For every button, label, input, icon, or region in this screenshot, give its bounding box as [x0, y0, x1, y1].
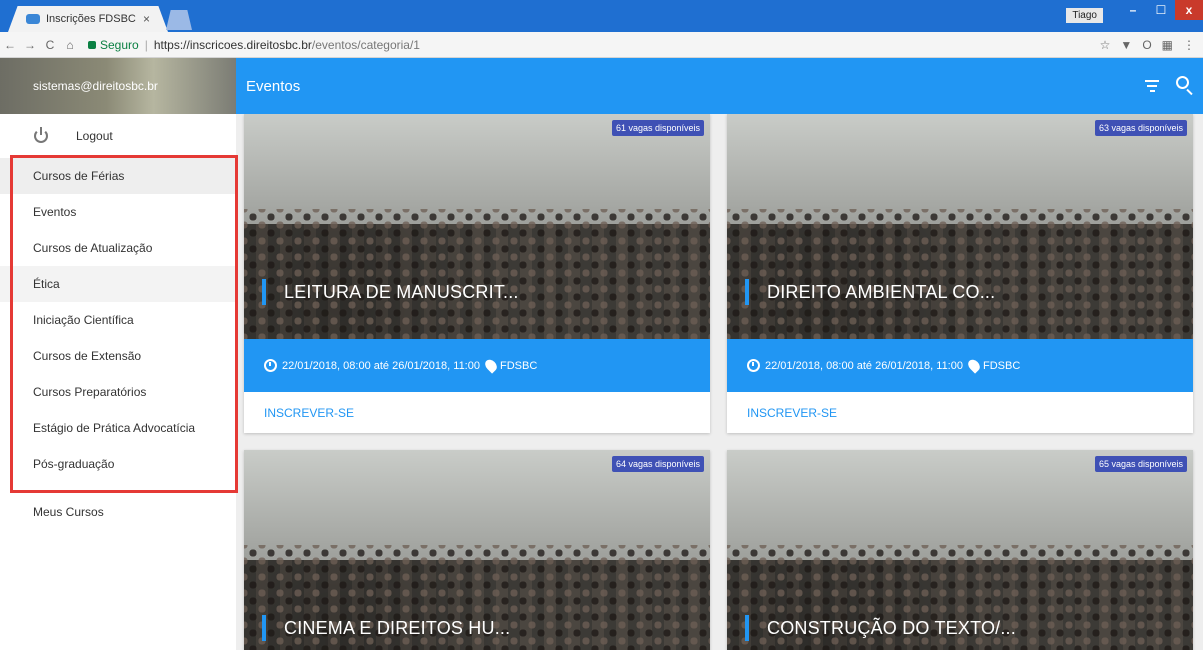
menu-dots-icon[interactable]: ⋮: [1183, 38, 1195, 52]
maximize-button[interactable]: ☐: [1147, 0, 1175, 20]
page-title: Eventos: [246, 77, 301, 95]
app-toolbar: Eventos: [236, 58, 1203, 114]
title-accent-bar: [745, 615, 749, 641]
bookmark-star-icon[interactable]: ☆: [1100, 38, 1111, 52]
event-card: 61 vagas disponíveis LEITURA DE MANUSCRI…: [244, 114, 710, 433]
highlight-annotation-box: [10, 155, 238, 493]
event-card: 64 vagas disponíveis CINEMA E DIREITOS H…: [244, 450, 710, 650]
logout-button[interactable]: Logout: [0, 114, 236, 158]
window-controls: – ☐ x: [1119, 0, 1203, 20]
clock-icon: [264, 359, 277, 372]
search-icon[interactable]: [1176, 76, 1189, 89]
events-grid: 61 vagas disponíveis LEITURA DE MANUSCRI…: [236, 114, 1203, 650]
event-title: CINEMA E DIREITOS HU...: [262, 615, 510, 641]
url-host: https://inscricoes.direitosbc.br: [153, 37, 312, 52]
event-title-text: LEITURA DE MANUSCRIT...: [284, 281, 519, 302]
minimize-button[interactable]: –: [1119, 0, 1147, 20]
site-favicon-icon: [26, 14, 40, 24]
event-image: 61 vagas disponíveis LEITURA DE MANUSCRI…: [244, 114, 710, 339]
event-card: 65 vagas disponíveis CONSTRUÇÃO DO TEXTO…: [727, 450, 1193, 650]
event-location: FDSBC: [499, 359, 538, 372]
browser-profile-name[interactable]: Tiago: [1066, 8, 1103, 23]
event-title-text: DIREITO AMBIENTAL CO...: [767, 281, 996, 302]
home-icon[interactable]: ⌂: [60, 38, 80, 52]
title-accent-bar: [745, 279, 749, 305]
event-title-text: CONSTRUÇÃO DO TEXTO/...: [767, 617, 1016, 638]
close-window-button[interactable]: x: [1175, 0, 1203, 20]
url-path: /eventos/categoria/1: [311, 37, 420, 52]
sidebar-item-meus-cursos[interactable]: Meus Cursos: [0, 494, 236, 530]
tab-title: Inscrições FDSBC: [46, 13, 136, 25]
title-accent-bar: [262, 279, 266, 305]
new-tab-button[interactable]: [166, 10, 192, 30]
lock-icon: [88, 40, 96, 49]
event-title-text: CINEMA E DIREITOS HU...: [284, 617, 511, 638]
event-title: DIREITO AMBIENTAL CO...: [745, 279, 995, 305]
user-email: sistemas@direitosbc.br: [33, 79, 158, 93]
event-date: 22/01/2018, 08:00 até 26/01/2018, 11:00: [765, 359, 963, 372]
event-image: 65 vagas disponíveis CONSTRUÇÃO DO TEXTO…: [727, 450, 1193, 650]
title-accent-bar: [262, 615, 266, 641]
event-image: 63 vagas disponíveis DIREITO AMBIENTAL C…: [727, 114, 1193, 339]
inscrever-se-button[interactable]: INSCREVER-SE: [747, 406, 837, 420]
event-card: 63 vagas disponíveis DIREITO AMBIENTAL C…: [727, 114, 1193, 433]
logout-label: Logout: [76, 129, 113, 143]
pocket-icon[interactable]: ▼: [1120, 38, 1132, 52]
browser-address-bar: ← → C ⌂ Seguro | https://inscricoes.dire…: [0, 32, 1203, 58]
event-actions: INSCREVER-SE: [727, 392, 1193, 433]
tab-close-icon[interactable]: ×: [143, 12, 150, 26]
vacancies-badge: 64 vagas disponíveis: [611, 456, 704, 472]
event-details: 22/01/2018, 08:00 até 26/01/2018, 11:00 …: [244, 339, 710, 392]
back-arrow-icon[interactable]: ←: [0, 38, 20, 52]
browser-tab[interactable]: Inscrições FDSBC ×: [8, 6, 168, 32]
event-details: 22/01/2018, 08:00 até 26/01/2018, 11:00 …: [727, 339, 1193, 392]
clock-icon: [747, 359, 760, 372]
power-icon: [34, 127, 48, 143]
event-title: LEITURA DE MANUSCRIT...: [262, 279, 519, 305]
event-actions: INSCREVER-SE: [244, 392, 710, 433]
filter-icon[interactable]: [1145, 80, 1159, 92]
vacancies-badge: 63 vagas disponíveis: [1094, 120, 1187, 136]
event-date: 22/01/2018, 08:00 até 26/01/2018, 11:00: [282, 359, 480, 372]
extensions-area: ☆ ▼ O ▦ ⋮: [1100, 38, 1203, 52]
sidebar: sistemas@direitosbc.br Logout Cursos de …: [0, 58, 238, 650]
secure-label: Seguro: [100, 37, 139, 52]
event-title: CONSTRUÇÃO DO TEXTO/...: [745, 615, 1016, 641]
inscrever-se-button[interactable]: INSCREVER-SE: [264, 406, 354, 420]
vacancies-badge: 61 vagas disponíveis: [611, 120, 704, 136]
address-separator: |: [144, 37, 148, 52]
vacancies-badge: 65 vagas disponíveis: [1094, 456, 1187, 472]
browser-tab-strip: Inscrições FDSBC × Tiago – ☐ x: [0, 0, 1203, 32]
extension-icon[interactable]: ▦: [1162, 38, 1173, 52]
event-location: FDSBC: [982, 359, 1021, 372]
url-field[interactable]: https://inscricoes.direitosbc.br/eventos…: [154, 38, 420, 52]
reload-icon[interactable]: C: [40, 38, 60, 52]
event-image: 64 vagas disponíveis CINEMA E DIREITOS H…: [244, 450, 710, 650]
sidebar-user-header: sistemas@direitosbc.br: [0, 58, 236, 114]
location-pin-icon: [965, 357, 983, 374]
forward-arrow-icon[interactable]: →: [20, 38, 40, 52]
secure-indicator[interactable]: Seguro: [88, 38, 139, 52]
location-pin-icon: [482, 357, 500, 374]
opera-icon[interactable]: O: [1142, 38, 1151, 52]
